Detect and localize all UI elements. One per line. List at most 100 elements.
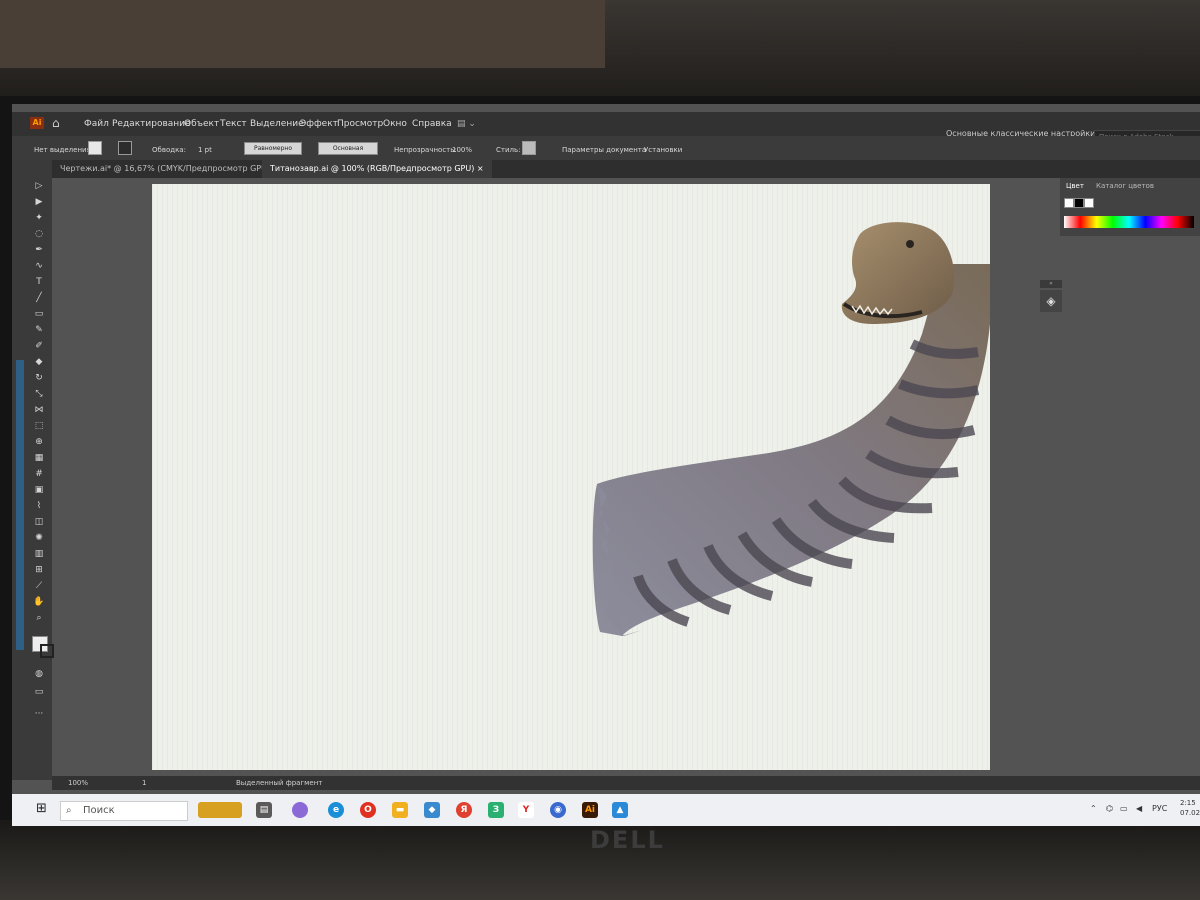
- opera-icon[interactable]: O: [360, 802, 376, 818]
- shaper-tool-icon[interactable]: ✐: [32, 340, 46, 352]
- gradient-tool-icon[interactable]: ▣: [32, 484, 46, 496]
- language-indicator[interactable]: РУС: [1152, 804, 1167, 813]
- brush-definition[interactable]: Основная: [318, 142, 378, 155]
- drawing-mode-icon[interactable]: ◍: [32, 668, 46, 680]
- menu-help[interactable]: Справка: [412, 119, 452, 129]
- magic-wand-icon[interactable]: ✦: [32, 212, 46, 224]
- artboard-navigator[interactable]: 1: [142, 779, 146, 787]
- windows-taskbar: ⊞ ⌕ Поиск ▤ e O ▬ ◆ Я З Y ◉ Ai ▲ ⌃ ⌬ ▭ ◀…: [12, 794, 1200, 826]
- hand-tool-icon[interactable]: ✋: [32, 596, 46, 608]
- rectangle-tool-icon[interactable]: ▭: [32, 308, 46, 320]
- widget-icon[interactable]: [198, 802, 242, 818]
- illustrator-taskbar-icon[interactable]: Ai: [582, 802, 598, 818]
- slice-tool-icon[interactable]: ⟋: [32, 580, 46, 592]
- app-icon[interactable]: З: [488, 802, 504, 818]
- opacity-label: Непрозрачность:: [394, 146, 457, 154]
- task-view-icon[interactable]: ▤: [256, 802, 272, 818]
- windows-start-icon[interactable]: ⊞: [36, 802, 50, 816]
- color-spectrum[interactable]: [1064, 216, 1194, 228]
- display-icon[interactable]: ▭: [1120, 804, 1128, 813]
- opacity-value[interactable]: 100%: [452, 146, 472, 154]
- shape-builder-icon[interactable]: ⊕: [32, 436, 46, 448]
- titanosaur-illustration[interactable]: [152, 184, 990, 770]
- tab-titanosaur[interactable]: Титанозавр.ai @ 100% (RGB/Предпросмотр G…: [262, 160, 492, 178]
- menu-type[interactable]: Текст: [220, 119, 247, 129]
- zoom-tool-icon[interactable]: ⌕: [32, 612, 46, 624]
- network-icon[interactable]: ⌬: [1106, 804, 1113, 813]
- menu-view[interactable]: Просмотр: [337, 119, 383, 129]
- search-icon: ⌕: [66, 805, 72, 816]
- file-explorer-icon[interactable]: ▬: [392, 802, 408, 818]
- menu-effect[interactable]: Эффект: [300, 119, 338, 129]
- status-text: Выделенный фрагмент: [236, 779, 323, 787]
- graph-tool-icon[interactable]: ▥: [32, 548, 46, 560]
- document-tabs: Чертежи.ai* @ 16,67% (CMYK/Предпросмотр …: [52, 160, 1200, 178]
- pen-tool-icon[interactable]: ✒: [32, 244, 46, 256]
- stroke-swatch[interactable]: [118, 141, 132, 155]
- eyedropper-icon[interactable]: ⌇: [32, 500, 46, 512]
- scale-tool-icon[interactable]: ⤡: [32, 388, 46, 400]
- white-swatch[interactable]: [1084, 198, 1094, 208]
- artboard[interactable]: [152, 184, 990, 770]
- symbol-sprayer-icon[interactable]: ✺: [32, 532, 46, 544]
- rotate-tool-icon[interactable]: ↻: [32, 372, 46, 384]
- screen-mode-icon[interactable]: ▭: [32, 686, 46, 698]
- search-label: Поиск: [83, 805, 115, 816]
- artboard-tool-icon[interactable]: ⊞: [32, 564, 46, 576]
- menu-window[interactable]: Окно: [383, 119, 407, 129]
- menu-object[interactable]: Объект: [184, 119, 219, 129]
- menu-bar: Ai ⌂ Файл Редактирование Объект Текст Вы…: [12, 112, 1200, 144]
- selection-tool-icon[interactable]: ▷: [32, 180, 46, 192]
- chat-icon[interactable]: [292, 802, 308, 818]
- background-wall: [0, 0, 1200, 110]
- fill-swatch[interactable]: [88, 141, 102, 155]
- home-icon[interactable]: ⌂: [52, 116, 66, 130]
- yandex-browser-icon[interactable]: Y: [518, 802, 534, 818]
- direct-selection-tool-icon[interactable]: ▶: [32, 196, 46, 208]
- chrome-icon[interactable]: ◉: [550, 802, 566, 818]
- type-tool-icon[interactable]: T: [32, 276, 46, 288]
- layers-icon[interactable]: ◈: [1040, 290, 1062, 312]
- photos-icon[interactable]: ▲: [612, 802, 628, 818]
- tab-color-guide[interactable]: Каталог цветов: [1096, 182, 1154, 190]
- free-transform-icon[interactable]: ⬚: [32, 420, 46, 432]
- menu-edit[interactable]: Редактирование: [112, 119, 191, 129]
- menu-select[interactable]: Выделение: [250, 119, 304, 129]
- yandex-icon[interactable]: Я: [456, 802, 472, 818]
- edge-icon[interactable]: e: [328, 802, 344, 818]
- stroke-color-icon[interactable]: [40, 644, 54, 658]
- black-swatch[interactable]: [1074, 198, 1084, 208]
- paintbrush-icon[interactable]: ✎: [32, 324, 46, 336]
- blend-tool-icon[interactable]: ◫: [32, 516, 46, 528]
- variable-width-profile[interactable]: Равномерно: [244, 142, 302, 155]
- stroke-weight[interactable]: 1 pt: [198, 146, 212, 154]
- mesh-tool-icon[interactable]: #: [32, 468, 46, 480]
- none-swatch[interactable]: [1064, 198, 1074, 208]
- tab-color[interactable]: Цвет: [1066, 182, 1084, 190]
- document-setup-button[interactable]: Параметры документа: [562, 146, 646, 154]
- curvature-tool-icon[interactable]: ∿: [32, 260, 46, 272]
- dell-logo: DELL: [590, 826, 665, 854]
- clock[interactable]: 2:15 07.02.202: [1180, 798, 1200, 818]
- panel-collapse-icon[interactable]: «: [1040, 280, 1062, 288]
- taskbar-search[interactable]: ⌕ Поиск: [60, 801, 188, 821]
- more-tools-icon[interactable]: ···: [32, 708, 46, 720]
- style-swatch[interactable]: [522, 141, 536, 155]
- line-tool-icon[interactable]: ╱: [32, 292, 46, 304]
- eraser-icon[interactable]: ◆: [32, 356, 46, 368]
- perspective-grid-icon[interactable]: ▦: [32, 452, 46, 464]
- selection-status: Нет выделения: [34, 146, 91, 154]
- arrange-docs-icon[interactable]: ▤ ⌄: [457, 119, 476, 129]
- tray-chevron-icon[interactable]: ⌃: [1090, 804, 1097, 813]
- lasso-icon[interactable]: ◌: [32, 228, 46, 240]
- volume-icon[interactable]: ◀: [1136, 804, 1142, 813]
- app-logo-icon: Ai: [30, 117, 44, 129]
- width-tool-icon[interactable]: ⋈: [32, 404, 46, 416]
- clock-time: 2:15: [1180, 799, 1196, 807]
- preferences-button[interactable]: Установки: [644, 146, 682, 154]
- menu-file[interactable]: Файл: [84, 119, 109, 129]
- zoom-level[interactable]: 100%: [68, 779, 88, 787]
- tab-drawings[interactable]: Чертежи.ai* @ 16,67% (CMYK/Предпросмотр …: [52, 160, 287, 178]
- color-panel: Цвет Каталог цветов: [1060, 178, 1200, 236]
- store-icon[interactable]: ◆: [424, 802, 440, 818]
